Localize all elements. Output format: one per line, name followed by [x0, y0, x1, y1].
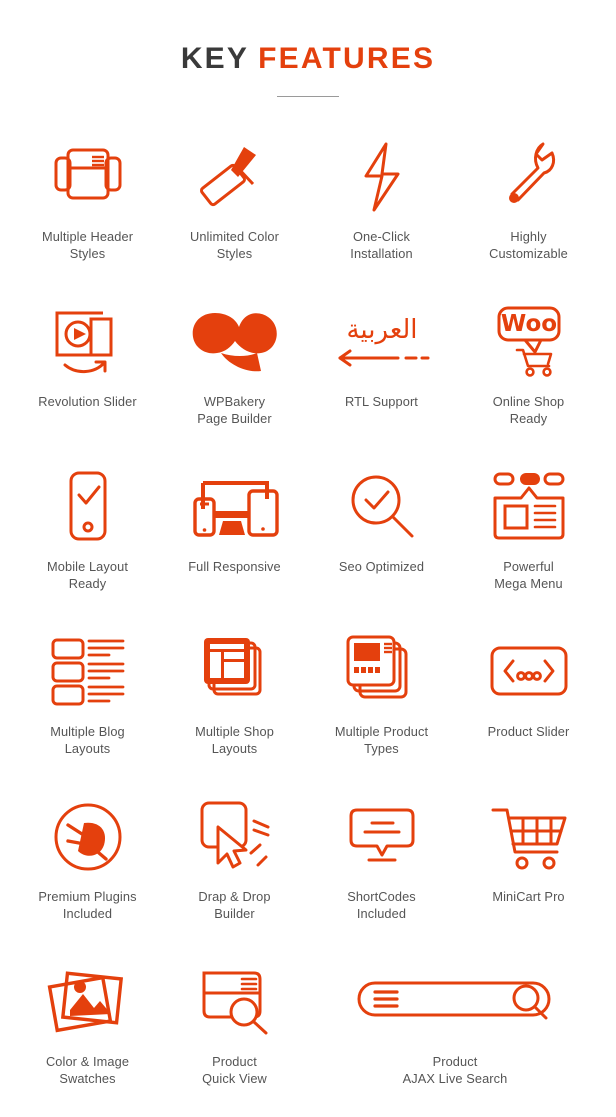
feature-item-highly-customizable[interactable]: Highly Customizable [455, 127, 602, 292]
mobile-check-icon [63, 457, 113, 557]
page-title: KEY FEATURES [0, 44, 616, 74]
feature-item-online-shop-ready[interactable]: Woo Online Shop Ready [455, 292, 602, 457]
plugin-plug-icon [52, 787, 124, 887]
page-title-features: FEATURES [258, 42, 436, 75]
feature-label: One-Click Installation [350, 229, 413, 261]
photo-swatches-icon [47, 952, 129, 1052]
feature-item-multiple-shop-layouts[interactable]: Multiple Shop Layouts [161, 622, 308, 787]
feature-label: Multiple Header Styles [41, 229, 134, 261]
feature-item-unlimited-color-styles[interactable]: Unlimited Color Styles [161, 127, 308, 292]
woocommerce-cart-icon: Woo [491, 292, 567, 392]
wrench-icon [498, 127, 560, 227]
features-grid: Multiple Header Styles Unlimited Color S… [0, 127, 616, 1117]
feature-item-shortcodes-included[interactable]: ShortCodes Included [308, 787, 455, 952]
woo-wordmark: Woo [500, 311, 556, 337]
seo-magnifier-check-icon [346, 457, 418, 557]
paint-roller-icon [199, 127, 270, 227]
feature-label: Seo Optimized [338, 559, 425, 574]
feature-item-mobile-layout-ready[interactable]: Mobile Layout Ready [14, 457, 161, 622]
feature-item-one-click-installation[interactable]: One-Click Installation [308, 127, 455, 292]
feature-item-powerful-mega-menu[interactable]: Powerful Mega Menu [455, 457, 602, 622]
feature-item-product-slider[interactable]: Product Slider [455, 622, 602, 787]
feature-item-multiple-blog-layouts[interactable]: Multiple Blog Layouts [14, 622, 161, 787]
drag-drop-cursor-icon [196, 787, 274, 887]
feature-item-color-image-swatches[interactable]: Color & Image Swatches [14, 952, 161, 1117]
feature-label: RTL Support [345, 394, 418, 409]
feature-item-premium-plugins-included[interactable]: Premium Plugins Included [14, 787, 161, 952]
feature-label: Premium Plugins Included [38, 889, 137, 921]
blog-list-layout-icon [49, 622, 127, 722]
title-divider [277, 96, 339, 97]
page-header: KEY FEATURES [0, 0, 616, 97]
feature-label: Product AJAX Live Search [402, 1054, 508, 1086]
shortcode-bubble-icon [347, 787, 417, 887]
quick-view-card-icon [194, 952, 276, 1052]
stacked-pages-icon [200, 622, 270, 722]
feature-label: Multiple Shop Layouts [195, 724, 274, 756]
feature-item-rtl-support[interactable]: العربية RTL Support [308, 292, 455, 457]
lightning-bolt-icon [356, 127, 408, 227]
ajax-search-bar-icon [355, 952, 555, 1052]
feature-label: Online Shop Ready [492, 394, 565, 426]
feature-label: Mobile Layout Ready [47, 559, 128, 591]
feature-label: Multiple Blog Layouts [50, 724, 125, 756]
feature-label: Full Responsive [188, 559, 281, 574]
feature-label: Highly Customizable [489, 229, 568, 261]
feature-item-drag-drop-builder[interactable]: Drap & Drop Builder [161, 787, 308, 952]
rtl-arabic-icon: العربية [328, 292, 436, 392]
feature-item-seo-optimized[interactable]: Seo Optimized [308, 457, 455, 622]
product-slider-icon [489, 622, 569, 722]
multiple-header-styles-icon [48, 127, 128, 227]
feature-label: Revolution Slider [38, 394, 137, 409]
wpbakery-icon [191, 292, 279, 392]
feature-item-wpbakery-page-builder[interactable]: WPBakery Page Builder [161, 292, 308, 457]
feature-item-minicart-pro[interactable]: MiniCart Pro [455, 787, 602, 952]
feature-label: Multiple Product Types [334, 724, 429, 756]
responsive-devices-icon [189, 457, 281, 557]
feature-label: Product Slider [487, 724, 570, 739]
feature-label: WPBakery Page Builder [197, 394, 272, 426]
product-types-icon [346, 622, 418, 722]
revolution-slider-icon [47, 292, 129, 392]
mega-menu-icon [489, 457, 569, 557]
feature-label: MiniCart Pro [492, 889, 565, 904]
feature-label: Drap & Drop Builder [198, 889, 271, 921]
feature-item-revolution-slider[interactable]: Revolution Slider [14, 292, 161, 457]
feature-label: Unlimited Color Styles [190, 229, 279, 261]
rtl-arabic-glyph: العربية [346, 315, 417, 345]
feature-item-full-responsive[interactable]: Full Responsive [161, 457, 308, 622]
feature-label: Powerful Mega Menu [494, 559, 563, 591]
feature-item-multiple-header-styles[interactable]: Multiple Header Styles [14, 127, 161, 292]
feature-item-product-ajax-live-search[interactable]: Product AJAX Live Search [308, 952, 602, 1117]
feature-label: Product Quick View [202, 1054, 267, 1086]
feature-item-product-quick-view[interactable]: Product Quick View [161, 952, 308, 1117]
feature-label: ShortCodes Included [347, 889, 416, 921]
feature-label: Color & Image Swatches [45, 1054, 130, 1086]
page-title-key: KEY [180, 42, 250, 75]
minicart-icon [489, 787, 569, 887]
feature-item-multiple-product-types[interactable]: Multiple Product Types [308, 622, 455, 787]
